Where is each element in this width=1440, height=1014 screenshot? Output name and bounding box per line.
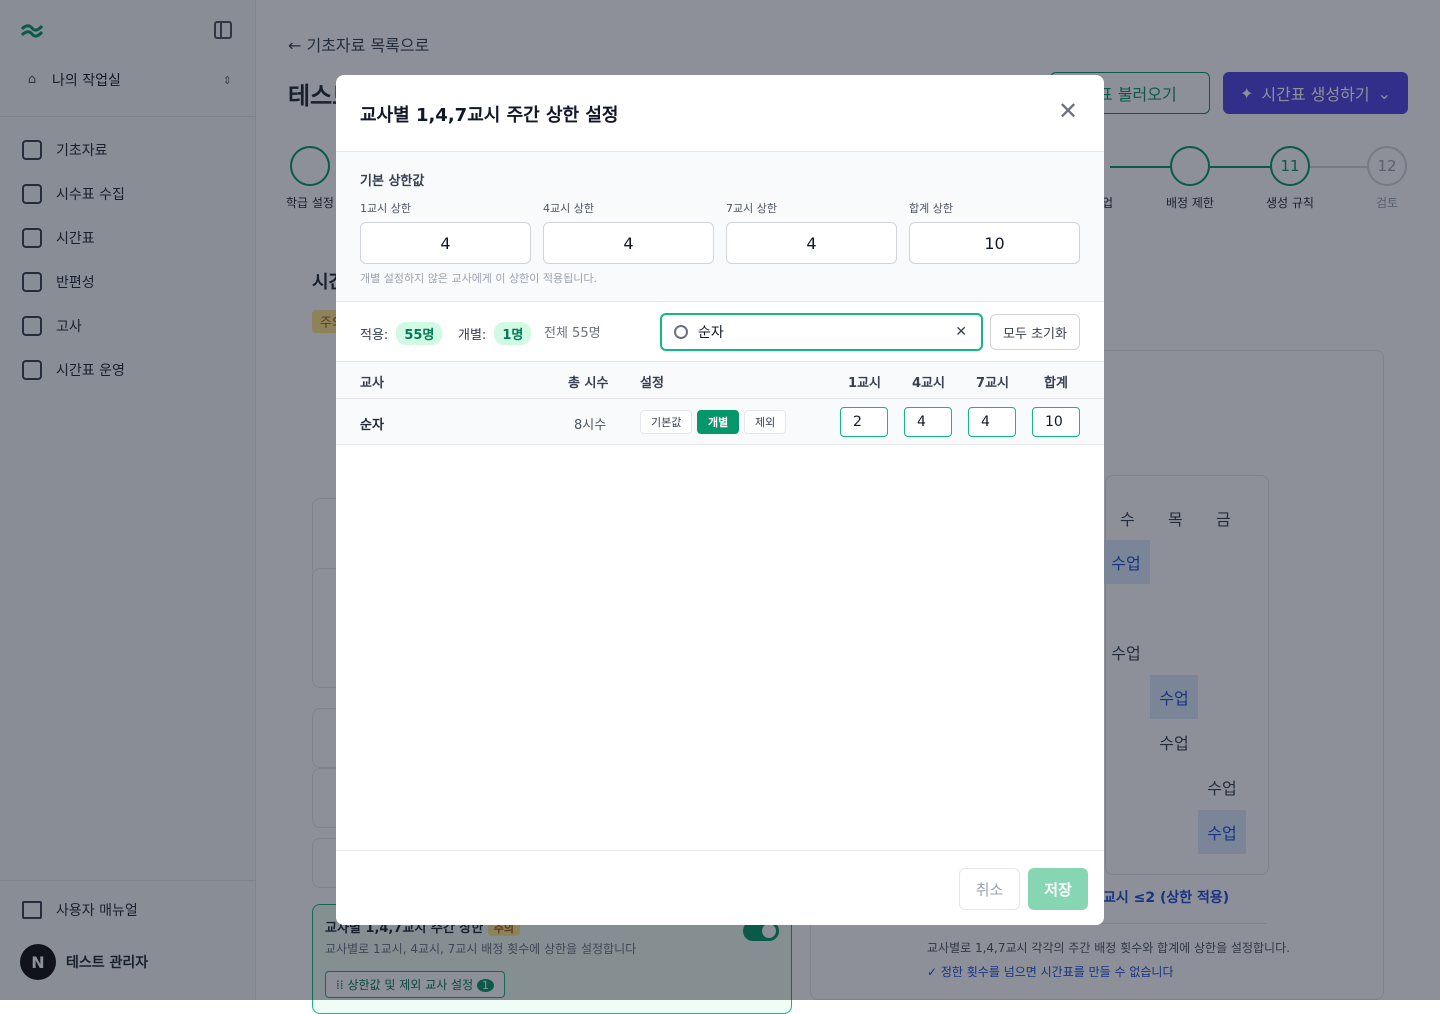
applied-count: 적용: 55명 [360,322,443,345]
table-row: 순자 8시수 기본값 개별 제외 2 4 4 10 [336,399,1104,445]
period1-limit-field: 1교시 상한 4 [360,200,531,264]
total-limit-input[interactable]: 10 [909,222,1080,264]
modal-title: 교사별 1,4,7교시 주간 상한 설정 [360,105,619,126]
close-icon[interactable]: ✕ [1056,99,1080,123]
filter-bar: 적용: 55명 개별: 1명 전체 55명 순자 ✕ 모두 초기화 [336,302,1104,362]
period7-input[interactable]: 4 [968,407,1016,437]
col-period7: 7교시 [976,376,1009,391]
clear-search-icon[interactable]: ✕ [955,324,967,340]
period7-limit-input[interactable]: 4 [726,222,897,264]
option-exclude[interactable]: 제외 [744,410,787,434]
teacher-name: 순자 [360,418,384,433]
col-teacher: 교사 [360,376,384,391]
individual-count: 개별: 1명 [458,322,532,345]
search-value: 순자 [698,325,724,341]
applied-count-badge: 55명 [396,322,443,345]
col-hours: 총 시수 [568,376,609,391]
total-count: 전체 55명 [544,326,601,341]
search-icon [674,325,688,339]
applied-label: 적용: [360,328,389,343]
total-limit-field: 합계 상한 10 [909,200,1080,264]
col-period4: 4교시 [912,376,945,391]
period1-input[interactable]: 2 [840,407,888,437]
period4-input[interactable]: 4 [904,407,952,437]
limit-settings-modal: 교사별 1,4,7교시 주간 상한 설정 ✕ 기본 상한값 1교시 상한 4 4교… [336,75,1104,925]
default-hint: 개별 설정하지 않은 교사에게 이 상한이 적용됩니다. [360,272,597,285]
field-label: 합계 상한 [909,202,953,215]
table-header: 교사 총 시수 설정 1교시 4교시 7교시 합계 [336,362,1104,399]
option-default[interactable]: 기본값 [640,410,693,434]
modal-footer: 취소 저장 [336,850,1104,925]
save-button[interactable]: 저장 [1028,868,1088,910]
default-limits-section: 기본 상한값 1교시 상한 4 4교시 상한 4 7교시 상한 4 합계 상한 10 개… [336,152,1104,302]
teacher-hours: 8시수 [574,418,607,433]
field-label: 4교시 상한 [543,202,594,215]
cancel-button[interactable]: 취소 [959,868,1020,910]
individual-label: 개별: [458,328,487,343]
period4-limit-input[interactable]: 4 [543,222,714,264]
col-sum: 합계 [1044,376,1068,391]
col-setting: 설정 [640,376,664,391]
field-label: 1교시 상한 [360,202,411,215]
sum-input[interactable]: 10 [1032,407,1080,437]
teacher-search-input[interactable]: 순자 ✕ [660,313,983,351]
col-period1: 1교시 [848,376,881,391]
modal-header: 교사별 1,4,7교시 주간 상한 설정 ✕ [336,75,1104,152]
period4-limit-field: 4교시 상한 4 [543,200,714,264]
option-individual[interactable]: 개별 [697,410,740,434]
field-label: 7교시 상한 [726,202,777,215]
reset-all-button[interactable]: 모두 초기화 [990,314,1080,350]
default-limits-label: 기본 상한값 [360,174,425,189]
period1-limit-input[interactable]: 4 [360,222,531,264]
period7-limit-field: 7교시 상한 4 [726,200,897,264]
individual-count-badge: 1명 [494,322,532,345]
